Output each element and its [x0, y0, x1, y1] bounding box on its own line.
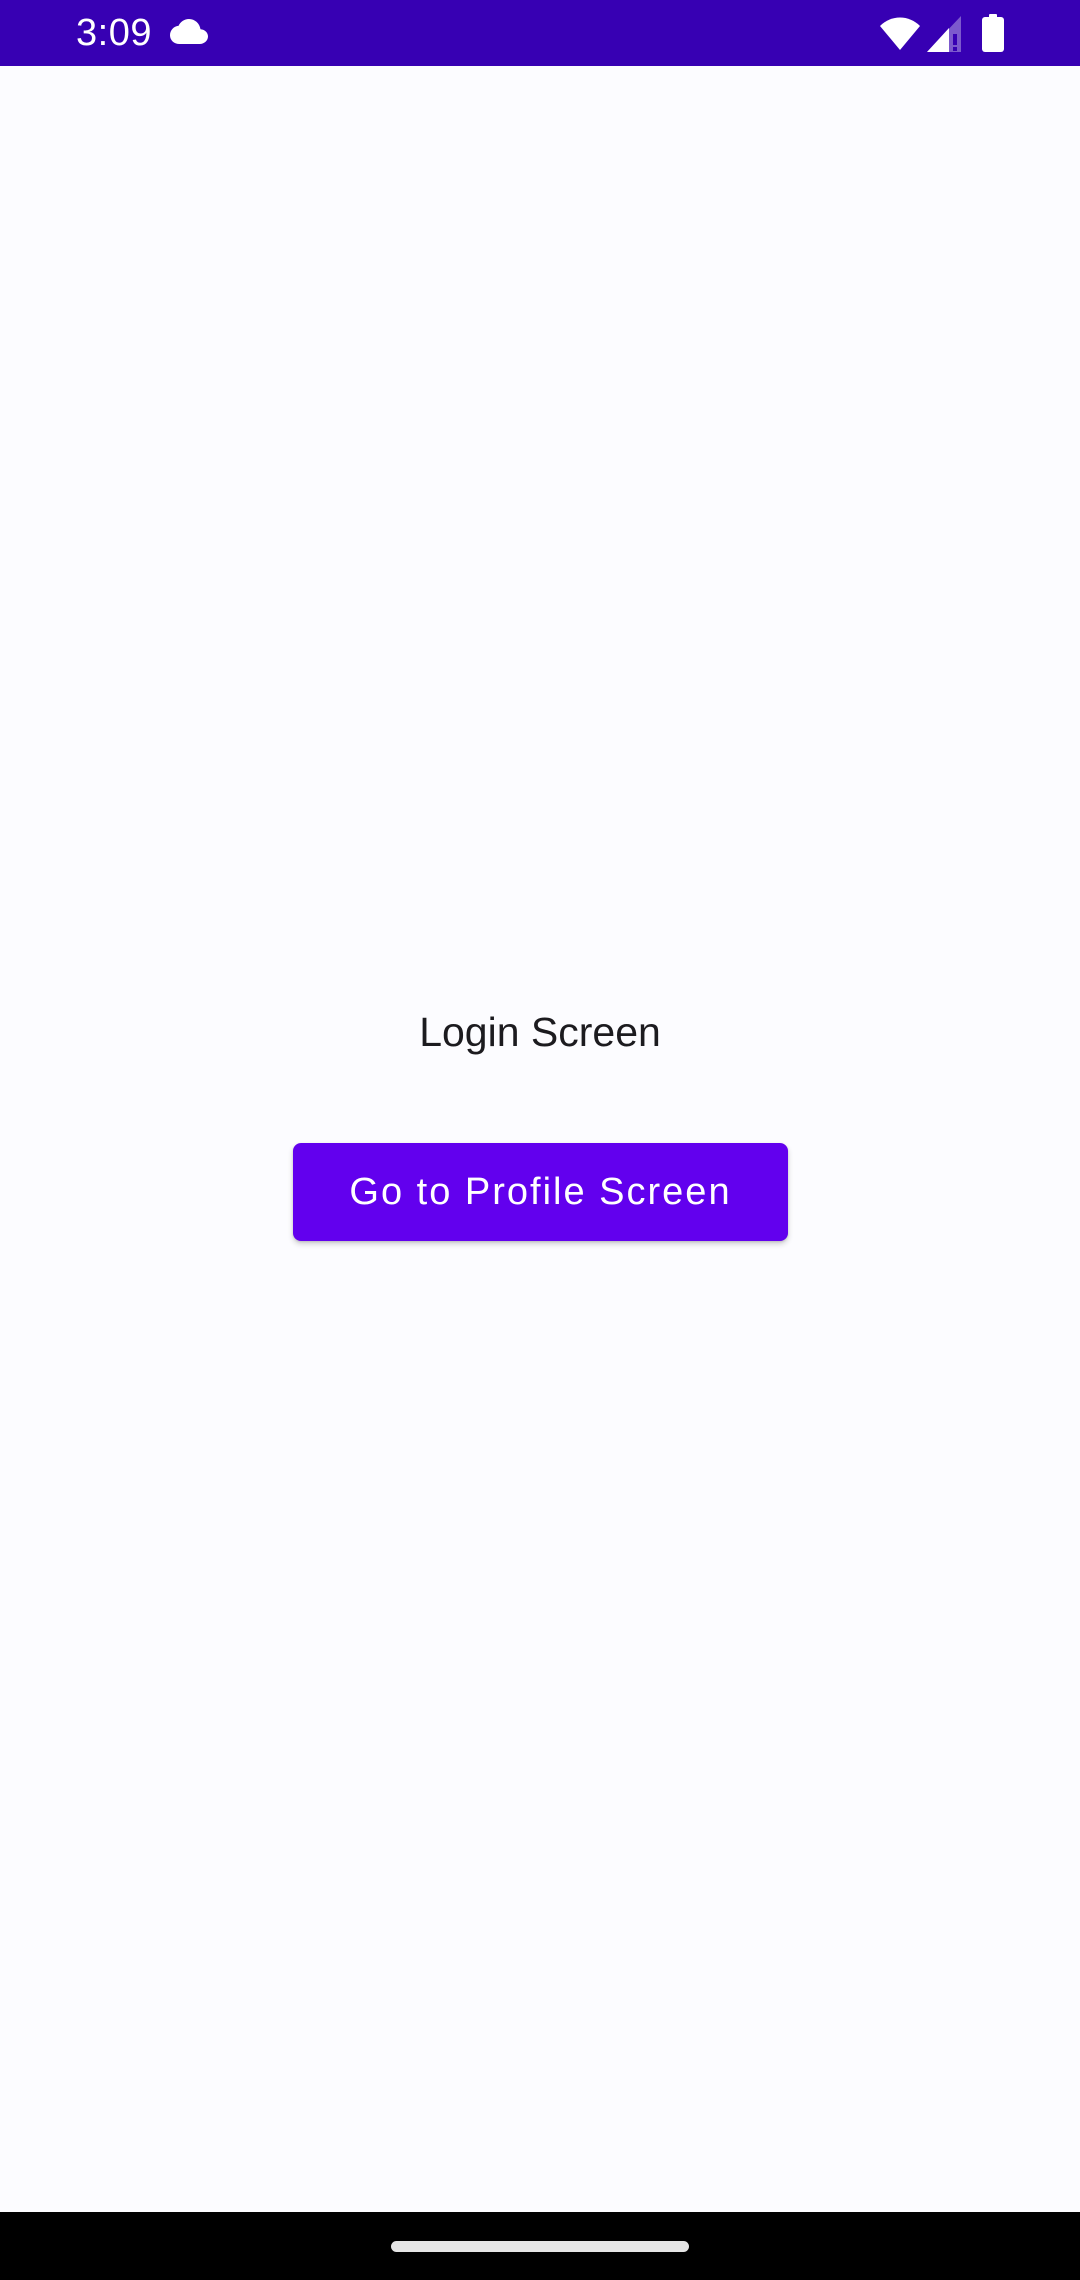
battery-icon [982, 14, 1004, 52]
screen-title: Login Screen [419, 1009, 661, 1055]
login-screen-content [0, 66, 1080, 2212]
status-bar: 3:09 [0, 0, 1080, 66]
status-time: 3:09 [76, 12, 152, 54]
home-handle[interactable] [391, 2241, 689, 2252]
wifi-icon [880, 17, 920, 50]
signal-icon [927, 16, 961, 52]
cloud-icon [170, 19, 208, 44]
go-to-profile-button[interactable]: Go to Profile Screen [293, 1143, 788, 1241]
